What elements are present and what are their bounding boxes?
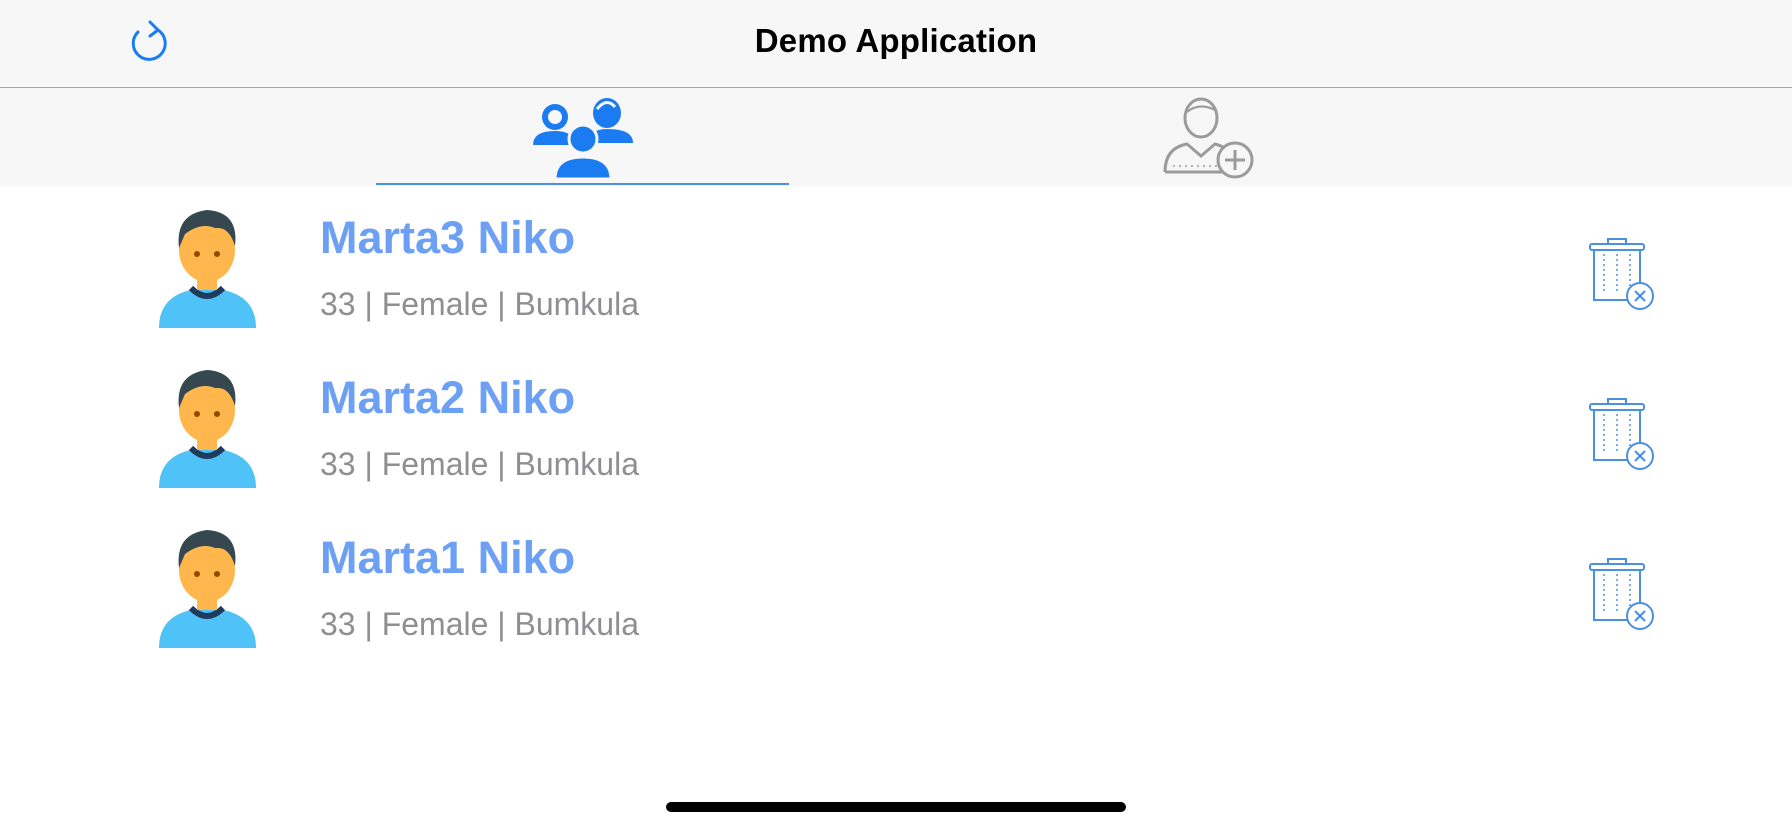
person-details: 33 | Female | Bumkula <box>320 286 639 322</box>
list-item[interactable]: Marta2 Niko 33 | Female | Bumkula <box>0 346 1792 506</box>
person-details: 33 | Female | Bumkula <box>320 446 639 482</box>
home-indicator[interactable] <box>666 802 1126 812</box>
users-group-icon <box>532 98 633 179</box>
person-avatar-icon <box>159 530 256 648</box>
tab-add-user[interactable] <box>1120 88 1300 186</box>
page-title: Demo Application <box>754 22 1038 59</box>
person-name: Marta2 Niko <box>320 372 576 423</box>
list-item[interactable]: Marta1 Niko 33 | Female | Bumkula <box>0 506 1792 666</box>
person-name: Marta1 Niko <box>320 532 576 583</box>
tab-users-list[interactable] <box>376 88 789 186</box>
navigation-bar: Demo Application <box>0 0 1792 88</box>
add-user-icon <box>1163 97 1254 179</box>
person-avatar-icon <box>159 210 256 328</box>
person-name: Marta3 Niko <box>320 212 576 263</box>
list-item[interactable]: Marta3 Niko 33 | Female | Bumkula <box>0 186 1792 346</box>
person-details: 33 | Female | Bumkula <box>320 606 639 642</box>
tab-bar <box>0 88 1792 186</box>
people-list: Marta3 Niko 33 | Female | Bumkula Marta2… <box>0 186 1792 666</box>
trash-delete-icon[interactable] <box>1580 550 1660 630</box>
person-avatar-icon <box>159 370 256 488</box>
trash-delete-icon[interactable] <box>1580 390 1660 470</box>
trash-delete-icon[interactable] <box>1580 230 1660 310</box>
selected-tab-indicator <box>376 183 789 185</box>
